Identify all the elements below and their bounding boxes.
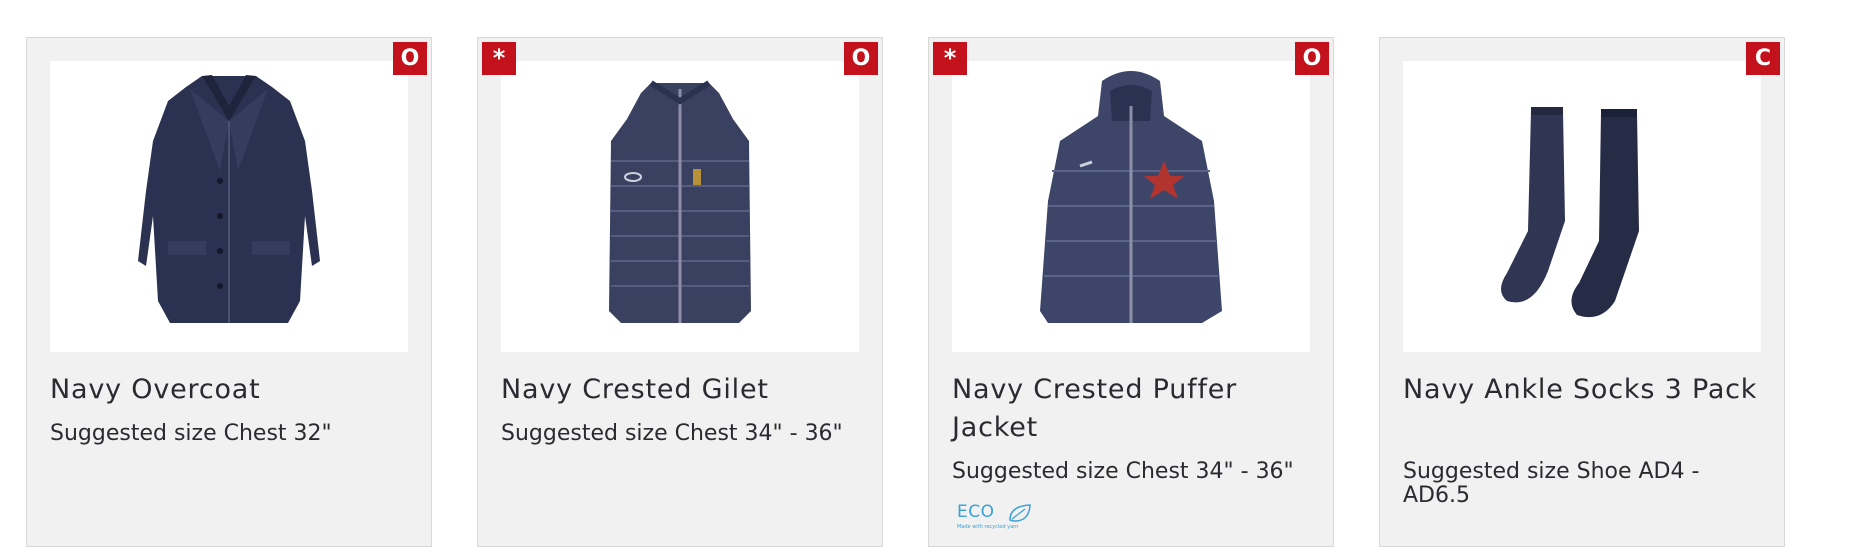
eco-leaf-icon	[1009, 504, 1031, 522]
product-size: Suggested size Shoe AD4 - AD6.5	[1403, 459, 1700, 508]
badge-c: C	[1746, 42, 1780, 75]
product-image[interactable]	[952, 61, 1310, 352]
product-title[interactable]: Navy Crested Gilet	[501, 371, 871, 409]
badge-asterisk: *	[482, 42, 516, 75]
badge-o: O	[393, 42, 427, 75]
product-title[interactable]: Navy Crested Puffer Jacket	[952, 371, 1322, 447]
socks-image	[1501, 107, 1639, 318]
puffer-jacket-image	[1040, 71, 1222, 323]
product-card[interactable]: * O Navy Crested Gilet Suggested size Ch…	[477, 37, 883, 547]
product-card[interactable]: C Navy Ankle Socks 3 Pack Suggested size…	[1379, 37, 1785, 547]
product-size: Suggested size Chest 34" - 36"	[501, 421, 843, 446]
product-size: Suggested size Chest 34" - 36"	[952, 459, 1294, 484]
eco-label: ECO	[957, 502, 995, 522]
eco-badge: ECO Made with recycled yarn	[957, 502, 1037, 538]
product-size: Suggested size Chest 32"	[50, 421, 332, 446]
badge-o: O	[1295, 42, 1329, 75]
badge-asterisk: *	[933, 42, 967, 75]
product-card[interactable]: * O Navy Crested Puffer Jacket Suggested…	[928, 37, 1334, 547]
product-card[interactable]: O Navy Overcoat Suggested size Chest 32"	[26, 37, 432, 547]
product-image[interactable]	[50, 61, 408, 352]
product-image[interactable]	[1403, 61, 1761, 352]
badge-o: O	[844, 42, 878, 75]
eco-sub-label: Made with recycled yarn	[957, 524, 1019, 530]
overcoat-image	[138, 75, 320, 323]
product-image[interactable]	[501, 61, 859, 352]
product-title[interactable]: Navy Overcoat	[50, 371, 420, 409]
gilet-image	[609, 80, 751, 323]
product-title[interactable]: Navy Ankle Socks 3 Pack	[1403, 371, 1773, 409]
product-grid: O Navy Overcoat Suggested size Chest 32"	[26, 37, 1796, 547]
